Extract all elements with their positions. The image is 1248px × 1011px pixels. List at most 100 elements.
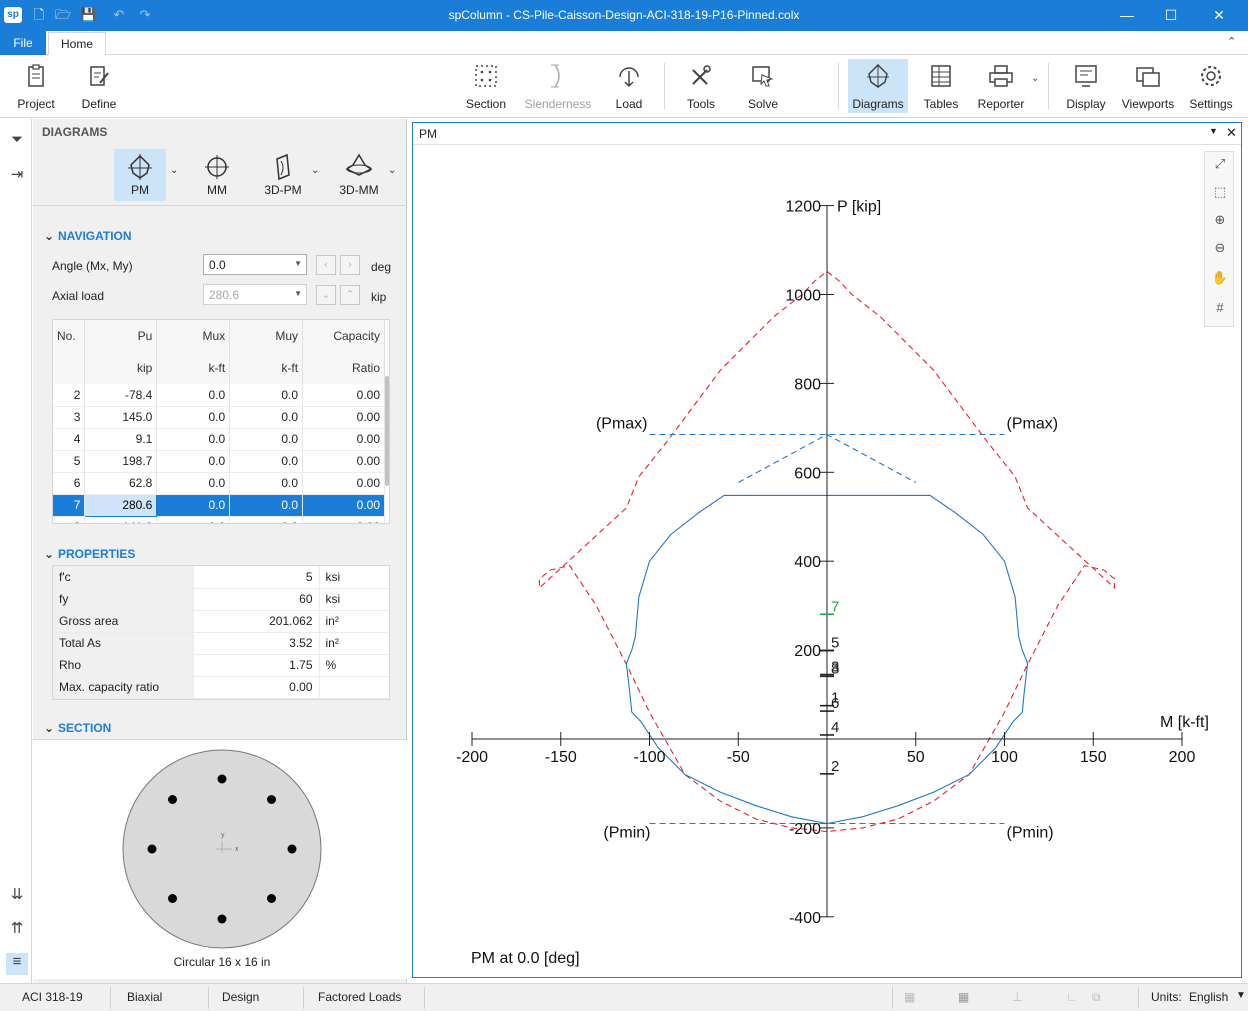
- load-button[interactable]: Load: [604, 59, 654, 113]
- solve-button[interactable]: Solve: [738, 59, 788, 113]
- pm-chart[interactable]: -200 -150 -100 -50 50 100 150 200 -400 -200 200 400…: [413, 145, 1241, 977]
- table-cell[interactable]: 0.0: [156, 450, 231, 473]
- table-cell[interactable]: 141.0: [84, 516, 158, 523]
- table-cell[interactable]: 0.00: [302, 516, 385, 523]
- 3d-pm-dropdown-icon[interactable]: ⌄: [311, 165, 319, 176]
- angle-toggle-icon[interactable]: ∟: [1066, 990, 1078, 1004]
- tools-button[interactable]: Tools: [676, 59, 726, 113]
- section-button[interactable]: Section: [460, 59, 512, 113]
- table-cell[interactable]: 0.0: [156, 406, 231, 429]
- table-cell[interactable]: 62.8: [84, 472, 158, 495]
- zoom-window-icon[interactable]: ⬚: [1210, 184, 1230, 204]
- table-cell[interactable]: 0.0: [156, 494, 231, 517]
- column-header-capacity[interactable]: Capacity: [302, 320, 385, 352]
- angle-prev-button[interactable]: ‹: [316, 255, 336, 275]
- table-cell[interactable]: 9.1: [84, 428, 158, 451]
- table-cell[interactable]: -78.4: [84, 384, 158, 407]
- table-row[interactable]: 2 -78.4 0.0 0.0 0.00: [53, 384, 385, 407]
- reporter-button[interactable]: Reporter: [972, 59, 1030, 113]
- pm-dropdown-icon[interactable]: ⌄: [170, 165, 178, 176]
- table-row[interactable]: 7 280.6 0.0 0.0 0.00: [53, 493, 385, 517]
- minimize-button[interactable]: —: [1104, 0, 1150, 31]
- table-cell[interactable]: 145.0: [84, 406, 158, 429]
- angle-next-button[interactable]: ›: [340, 255, 360, 275]
- column-header-no[interactable]: No.: [53, 320, 86, 352]
- table-cell[interactable]: 4: [53, 428, 86, 451]
- pan-hand-icon[interactable]: ✋: [1210, 270, 1230, 290]
- navigation-header[interactable]: ⌄ NAVIGATION: [44, 229, 132, 243]
- table-scrollbar[interactable]: [385, 376, 389, 486]
- export-icon[interactable]: ⇥: [6, 165, 28, 187]
- snap-toggle-icon[interactable]: ▦: [958, 990, 969, 1004]
- units-dropdown-icon[interactable]: ▼: [1236, 990, 1246, 1001]
- table-cell[interactable]: 0.00: [302, 428, 385, 451]
- table-cell[interactable]: 0.00: [302, 384, 385, 407]
- angle-select[interactable]: 0.0 ▼: [203, 254, 307, 275]
- units-value[interactable]: English: [1189, 990, 1228, 1004]
- pm-diagram-button[interactable]: PM: [114, 149, 166, 201]
- ortho-toggle-icon[interactable]: ⊥: [1012, 990, 1022, 1004]
- table-cell[interactable]: 0.00: [302, 494, 385, 517]
- column-header-mux[interactable]: Mux: [156, 320, 231, 352]
- collapse-ribbon-icon[interactable]: ⌃: [1227, 35, 1236, 48]
- zoom-out-icon[interactable]: ⊖: [1210, 240, 1230, 260]
- 3d-mm-dropdown-icon[interactable]: ⌄: [388, 165, 396, 176]
- section-header[interactable]: ⌄ SECTION: [44, 721, 111, 735]
- table-row[interactable]: 6 62.8 0.0 0.0 0.00: [53, 472, 385, 495]
- properties-header[interactable]: ⌄ PROPERTIES: [44, 547, 135, 561]
- slenderness-button[interactable]: Slenderness: [522, 59, 594, 113]
- table-cell[interactable]: 0.00: [302, 406, 385, 429]
- table-cell[interactable]: 0.00: [302, 472, 385, 495]
- viewports-button[interactable]: Viewports: [1120, 59, 1176, 113]
- column-header-pu[interactable]: Pu: [84, 320, 158, 352]
- table-cell[interactable]: 5: [53, 450, 86, 473]
- table-cell[interactable]: 0.0: [229, 406, 304, 429]
- zoom-extents-icon[interactable]: ⤢: [1210, 156, 1230, 176]
- table-cell[interactable]: 0.0: [229, 450, 304, 473]
- reporter-dropdown-icon[interactable]: ⌄: [1031, 73, 1039, 84]
- diagrams-button[interactable]: Diagrams: [848, 59, 908, 113]
- zoom-in-icon[interactable]: ⊕: [1210, 212, 1230, 232]
- filter-icon[interactable]: ⏷: [6, 131, 28, 153]
- close-chart-icon[interactable]: ✕: [1226, 125, 1237, 141]
- table-row[interactable]: 4 9.1 0.0 0.0 0.00: [53, 428, 385, 451]
- table-cell[interactable]: 6: [53, 472, 86, 495]
- sort-descending-icon[interactable]: ⇊: [6, 885, 28, 907]
- project-button[interactable]: Project: [10, 59, 62, 113]
- column-header-muy[interactable]: Muy: [229, 320, 304, 352]
- 3d-mm-diagram-button[interactable]: 3D-MM: [333, 149, 385, 201]
- axial-load-down-button[interactable]: ⌄: [316, 285, 336, 305]
- close-window-button[interactable]: ✕: [1196, 0, 1242, 31]
- table-cell[interactable]: 7: [53, 494, 86, 517]
- table-cell[interactable]: 198.7: [84, 450, 158, 473]
- tab-file[interactable]: File: [0, 31, 46, 55]
- settings-button[interactable]: Settings: [1184, 59, 1238, 113]
- table-row[interactable]: 3 145.0 0.0 0.0 0.00: [53, 406, 385, 429]
- define-button[interactable]: Define: [74, 59, 124, 113]
- table-cell[interactable]: 280.6: [84, 493, 158, 517]
- table-cell[interactable]: 0.0: [229, 428, 304, 451]
- tables-button[interactable]: Tables: [918, 59, 964, 113]
- table-row[interactable]: 8141.00.00.00.00: [53, 516, 385, 523]
- grid-icon[interactable]: #: [1210, 300, 1230, 320]
- table-cell[interactable]: 0.0: [156, 428, 231, 451]
- menu-lines-icon[interactable]: ≡: [6, 953, 28, 975]
- table-cell[interactable]: 0.0: [156, 384, 231, 407]
- 3d-pm-diagram-button[interactable]: 3D-PM: [257, 149, 309, 201]
- axial-load-up-button[interactable]: ⌃: [340, 285, 360, 305]
- grid-toggle-icon[interactable]: ▦: [904, 990, 915, 1004]
- table-cell[interactable]: 0.0: [156, 516, 231, 523]
- layers-toggle-icon[interactable]: ⧉: [1092, 990, 1101, 1005]
- table-cell[interactable]: 8: [53, 516, 86, 523]
- sort-ascending-icon[interactable]: ⇈: [6, 919, 28, 941]
- table-cell[interactable]: 0.0: [229, 472, 304, 495]
- tab-home[interactable]: Home: [48, 32, 106, 56]
- table-cell[interactable]: 0.0: [229, 384, 304, 407]
- mm-diagram-button[interactable]: MM: [191, 149, 243, 201]
- window-dropdown-icon[interactable]: ▼: [1209, 126, 1218, 136]
- table-row[interactable]: 5 198.7 0.0 0.0 0.00: [53, 450, 385, 473]
- table-cell[interactable]: 0.00: [302, 450, 385, 473]
- display-button[interactable]: Display: [1060, 59, 1112, 113]
- table-cell[interactable]: 0.0: [156, 472, 231, 495]
- table-cell[interactable]: 0.0: [229, 494, 304, 517]
